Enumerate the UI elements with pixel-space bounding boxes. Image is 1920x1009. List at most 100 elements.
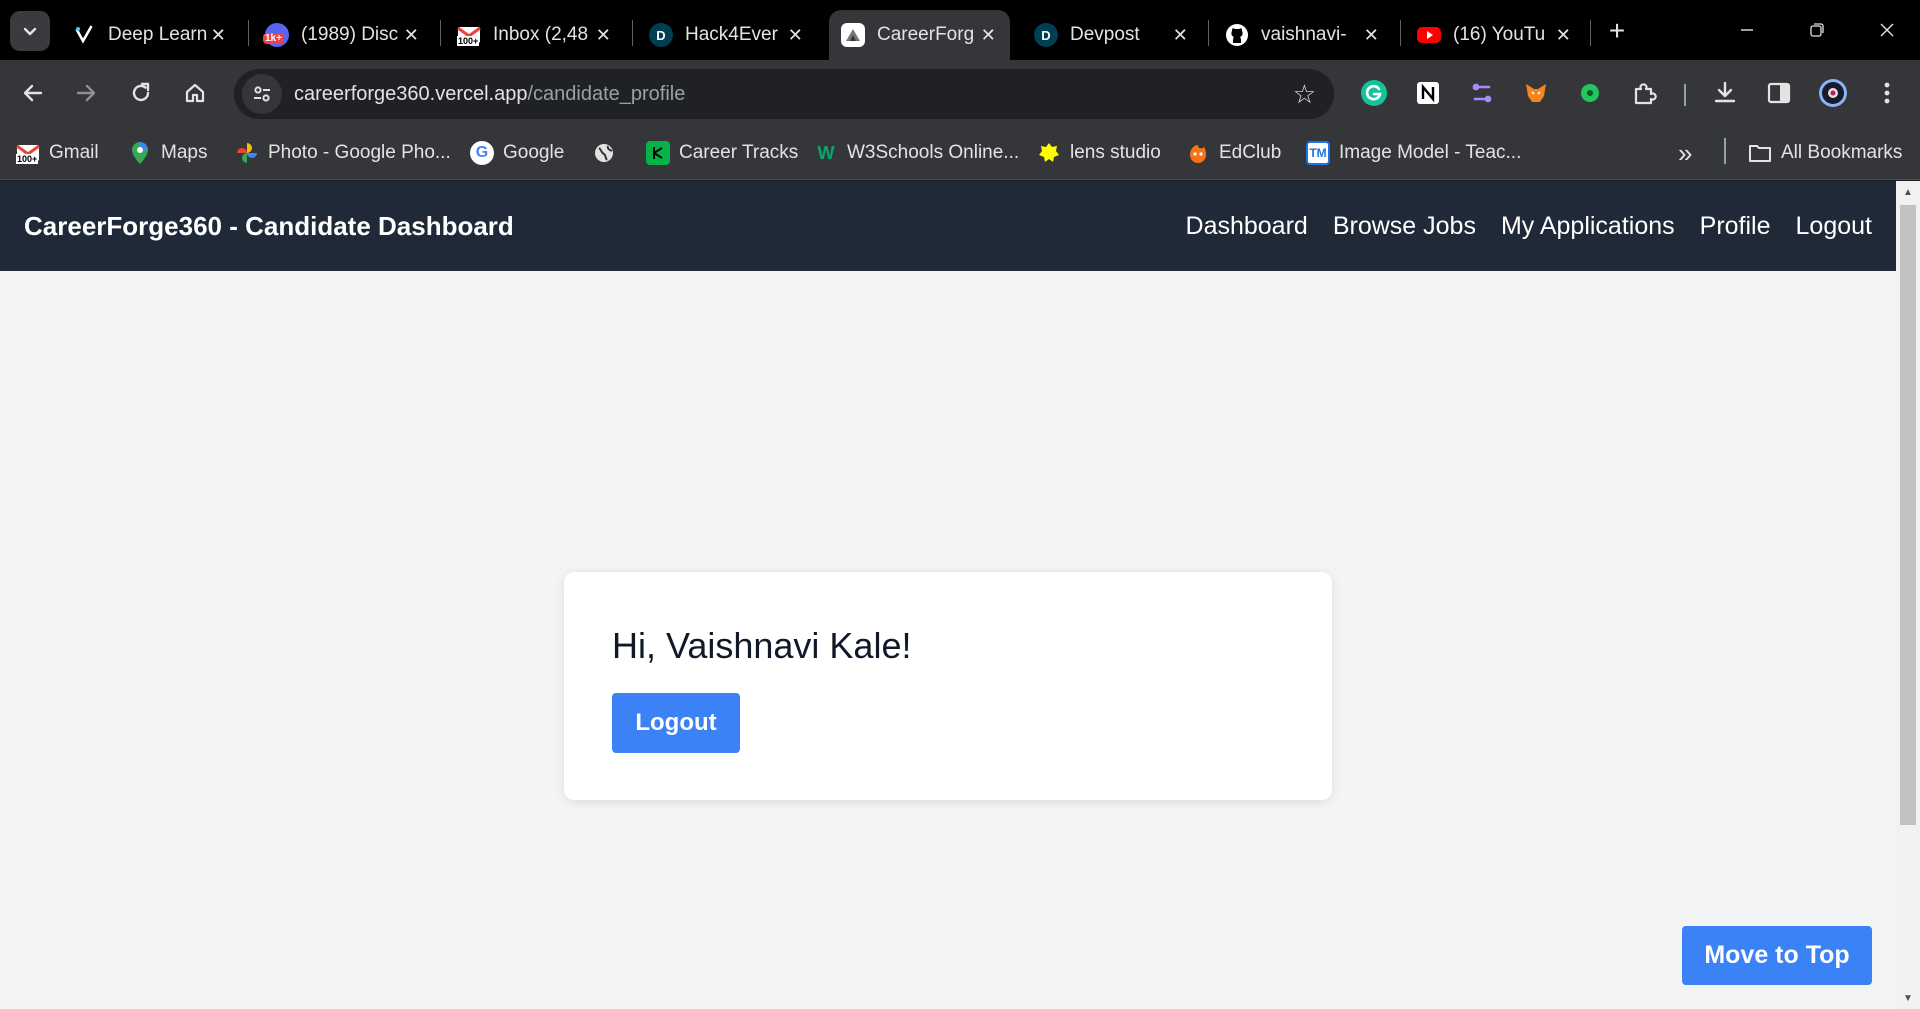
bookmark-lens-studio[interactable]: lens studio <box>1037 138 1161 168</box>
tab-gmail-inbox[interactable]: 100+ Inbox (2,48 ✕ <box>445 10 625 60</box>
site-settings-icon[interactable] <box>242 74 282 114</box>
bookmark-label: lens studio <box>1070 142 1161 163</box>
app-brand[interactable]: CareerForge360 - Candidate Dashboard <box>24 211 514 242</box>
tab-deep-learning[interactable]: Deep Learn ✕ <box>60 10 240 60</box>
address-bar[interactable]: careerforge360.vercel.app/candidate_prof… <box>234 69 1334 119</box>
bookmark-career-tracks[interactable]: Career Tracks <box>646 138 798 168</box>
tab-close-icon[interactable]: ✕ <box>594 25 613 45</box>
back-button[interactable] <box>13 73 53 113</box>
bookmark-label: EdClub <box>1219 142 1282 163</box>
address-url: careerforge360.vercel.app/candidate_prof… <box>294 83 685 106</box>
bookmark-google[interactable]: G Google <box>470 138 564 168</box>
folder-icon <box>1748 141 1772 165</box>
nav-profile[interactable]: Profile <box>1700 212 1771 241</box>
bookmark-w3schools[interactable]: W W3Schools Online... <box>814 138 1020 168</box>
tab-close-icon[interactable]: ✕ <box>209 25 228 45</box>
tab-careerforge[interactable]: CareerForg ✕ <box>829 10 1010 60</box>
lens-studio-icon <box>1037 141 1061 165</box>
tab-close-icon[interactable]: ✕ <box>1171 25 1190 45</box>
profile-avatar-icon[interactable] <box>1817 77 1849 109</box>
arrow-left-icon <box>23 84 43 102</box>
tab-title: Inbox (2,48 <box>493 24 589 45</box>
bookmarks-bar: 100+ Gmail Maps Photo - Google Pho... G … <box>0 126 1920 180</box>
workflow-extension-icon[interactable] <box>1466 77 1498 109</box>
home-button[interactable] <box>175 73 215 113</box>
page-viewport: CareerForge360 - Candidate Dashboard Das… <box>0 181 1896 1009</box>
tab-separator <box>1590 20 1591 46</box>
reload-button[interactable] <box>121 73 161 113</box>
grammarly-icon[interactable] <box>1358 77 1390 109</box>
url-host: careerforge360.vercel.app <box>294 82 528 105</box>
tab-close-icon[interactable]: ✕ <box>1362 25 1381 45</box>
tab-close-icon[interactable]: ✕ <box>978 25 998 45</box>
more-bookmarks-button[interactable]: » <box>1678 138 1692 168</box>
notification-badge: 100+ <box>16 154 39 164</box>
forward-button[interactable] <box>66 73 106 113</box>
tab-title: vaishnavi- <box>1261 24 1347 45</box>
notion-icon[interactable] <box>1412 77 1444 109</box>
greeting-heading: Hi, Vaishnavi Kale! <box>612 625 912 666</box>
toolbar-separator <box>1684 84 1686 106</box>
tab-close-icon[interactable]: ✕ <box>402 25 421 45</box>
bookmarks-separator <box>1724 138 1726 164</box>
nav-browse-jobs[interactable]: Browse Jobs <box>1333 212 1476 241</box>
home-icon <box>185 83 205 103</box>
tab-separator <box>248 20 249 46</box>
scroll-up-arrow-icon[interactable]: ▲ <box>1896 181 1920 203</box>
maps-pin-icon <box>128 141 152 165</box>
logout-button[interactable]: Logout <box>612 693 740 753</box>
tab-hack4ever[interactable]: D Hack4Ever ✕ <box>637 10 817 60</box>
nav-logout[interactable]: Logout <box>1796 212 1872 241</box>
close-window-button[interactable] <box>1856 0 1918 60</box>
minimize-icon <box>1741 29 1753 31</box>
bookmark-label: All Bookmarks <box>1781 142 1903 163</box>
bookmark-gmail[interactable]: 100+ Gmail <box>16 138 99 168</box>
bookmark-edclub[interactable]: EdClub <box>1186 138 1281 168</box>
bookmark-star-icon[interactable]: ☆ <box>1293 79 1316 109</box>
github-icon <box>1225 23 1249 47</box>
youtube-icon <box>1417 23 1441 47</box>
bookmark-teachable-machine[interactable]: TM Image Model - Teac... <box>1306 138 1521 168</box>
bookmark-maps[interactable]: Maps <box>128 138 207 168</box>
notification-badge: 100+ <box>457 36 480 46</box>
new-tab-button[interactable]: + <box>1600 14 1634 48</box>
status-dot-icon[interactable] <box>1574 77 1606 109</box>
minimize-button[interactable] <box>1716 0 1778 60</box>
nav-dashboard[interactable]: Dashboard <box>1186 212 1308 241</box>
browser-menu-icon[interactable] <box>1871 77 1903 109</box>
discord-icon: 1k+ <box>263 23 289 47</box>
tab-title: CareerForg <box>877 24 975 45</box>
tab-close-icon[interactable]: ✕ <box>786 25 805 45</box>
browser-toolbar: careerforge360.vercel.app/candidate_prof… <box>0 60 1920 126</box>
tab-youtube[interactable]: (16) YouTu ✕ <box>1405 10 1585 60</box>
scroll-thumb[interactable] <box>1900 205 1916 825</box>
tab-title: Hack4Ever <box>685 24 778 45</box>
side-panel-icon[interactable] <box>1763 77 1795 109</box>
tab-strip: Deep Learn ✕ 1k+ (1989) Disc ✕ 100+ Inbo… <box>0 0 1920 60</box>
devpost-icon: D <box>649 23 673 47</box>
all-bookmarks-button[interactable]: All Bookmarks <box>1748 138 1902 168</box>
bookmark-label: Image Model - Teac... <box>1339 142 1522 163</box>
move-to-top-button[interactable]: Move to Top <box>1682 926 1872 985</box>
page-scrollbar[interactable]: ▲ ▼ <box>1896 181 1920 1009</box>
bookmark-google-photos[interactable]: Photo - Google Pho... <box>235 138 451 168</box>
tab-github[interactable]: vaishnavi- ✕ <box>1213 10 1393 60</box>
tab-discord[interactable]: 1k+ (1989) Disc ✕ <box>253 10 433 60</box>
notification-badge: 1k+ <box>263 33 284 44</box>
tab-search-button[interactable] <box>10 11 50 51</box>
bookmark-label: Photo - Google Pho... <box>268 142 451 163</box>
tab-devpost[interactable]: D Devpost ✕ <box>1022 10 1202 60</box>
google-photos-icon <box>235 141 259 165</box>
tab-close-icon[interactable]: ✕ <box>1554 25 1573 45</box>
metamask-icon[interactable] <box>1520 77 1552 109</box>
extensions-puzzle-icon[interactable] <box>1628 77 1660 109</box>
bookmark-globe[interactable] <box>592 138 625 168</box>
google-icon: G <box>470 141 494 165</box>
scroll-down-arrow-icon[interactable]: ▼ <box>1896 987 1920 1009</box>
close-icon <box>1880 23 1894 37</box>
download-icon[interactable] <box>1709 77 1741 109</box>
restore-button[interactable] <box>1786 0 1848 60</box>
bookmark-label: Gmail <box>49 142 99 163</box>
app-nav-links: Dashboard Browse Jobs My Applications Pr… <box>1161 181 1872 271</box>
nav-my-applications[interactable]: My Applications <box>1501 212 1675 241</box>
